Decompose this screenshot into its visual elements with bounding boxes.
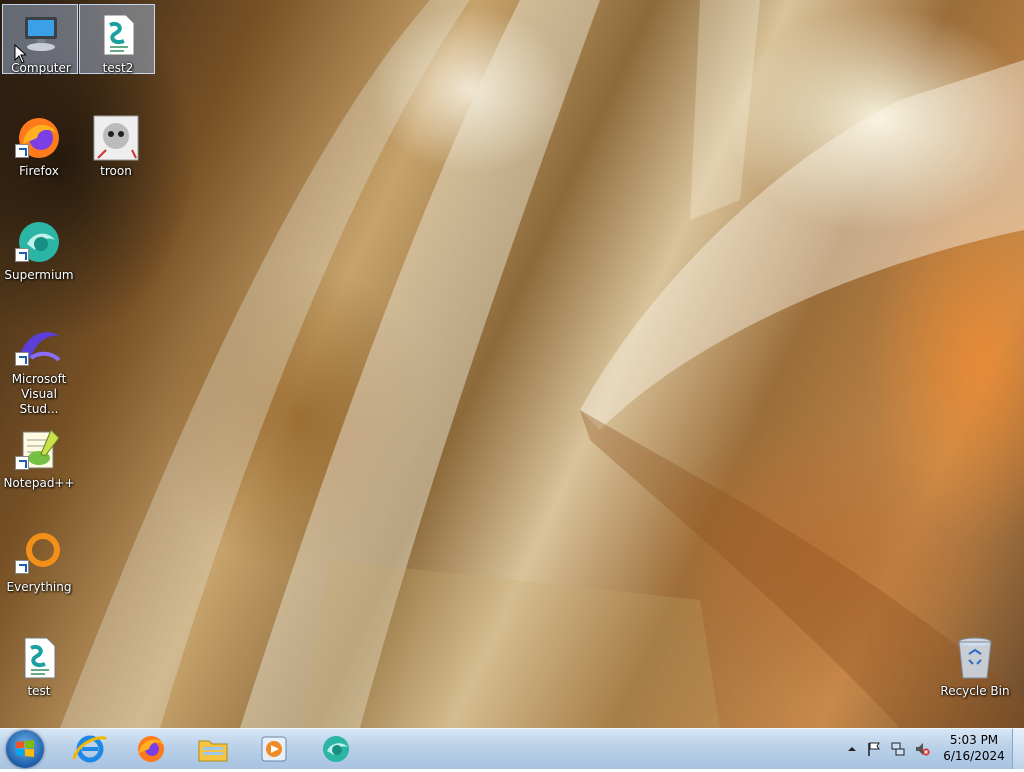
desktop-icon-label: Supermium	[4, 268, 74, 282]
show-desktop-button[interactable]	[1012, 729, 1024, 769]
desktop-icon-label: Notepad++	[3, 476, 75, 490]
desktop-icon-test2[interactable]: test2	[79, 4, 155, 75]
desktop-icon-label: test2	[102, 61, 134, 75]
volume-button[interactable]	[914, 741, 930, 757]
desktop-icon-visual-studio[interactable]: Microsoft Visual Stud...	[1, 316, 77, 416]
desktop-icon-recycle-bin[interactable]: Recycle Bin	[937, 628, 1013, 724]
start-button[interactable]	[6, 730, 44, 768]
desktop-icon-supermium[interactable]: Supermium	[1, 212, 77, 308]
desktop-icon-label: Recycle Bin	[940, 684, 1010, 698]
mouse-cursor-icon	[14, 44, 26, 64]
internet-explorer-icon	[72, 735, 108, 763]
taskbar-internet-explorer[interactable]	[68, 733, 112, 765]
desktop-icon-label: test	[27, 684, 51, 698]
shortcut-arrow-icon	[15, 560, 29, 574]
desktop-icon-label: Firefox	[19, 164, 59, 178]
shortcut-arrow-icon	[15, 248, 29, 262]
firefox-icon	[138, 736, 164, 762]
recycle-bin-icon	[958, 637, 992, 679]
desktop-icon-firefox[interactable]: Firefox	[1, 108, 77, 204]
show-hidden-icons-button[interactable]	[844, 741, 860, 757]
network-button[interactable]	[890, 741, 906, 757]
script-file-icon	[103, 14, 135, 56]
taskbar-supermium[interactable]	[314, 733, 358, 765]
windows-start-icon	[16, 740, 34, 757]
taskbar-clock[interactable]: 5:03 PM 6/16/2024	[934, 732, 1014, 764]
clock-date: 6/16/2024	[943, 749, 1005, 763]
desktop-wallpaper: Computer test2 Firefox troon Supermium M…	[0, 0, 1024, 728]
taskbar-media-player[interactable]	[252, 733, 296, 765]
shortcut-arrow-icon	[15, 144, 29, 158]
image-file-icon	[93, 115, 139, 161]
taskbar-firefox[interactable]	[129, 733, 173, 765]
desktop-icon-notepadpp[interactable]: Notepad++	[1, 420, 77, 516]
show-hidden-icons-arrow	[848, 747, 856, 751]
volume-muted-icon	[916, 743, 930, 756]
media-player-icon	[261, 736, 287, 762]
desktop-icon-everything[interactable]: Everything	[1, 524, 77, 620]
action-center-flag-icon	[868, 742, 880, 756]
shortcut-arrow-icon	[15, 352, 29, 366]
supermium-icon	[323, 736, 349, 762]
taskbar-file-explorer[interactable]	[191, 733, 235, 765]
desktop-icon-label: Microsoft Visual Stud...	[11, 372, 67, 416]
desktop-icon-troon[interactable]: troon	[78, 108, 154, 204]
file-explorer-icon	[198, 740, 228, 762]
script-file-icon	[24, 637, 56, 679]
network-icon	[891, 742, 905, 756]
desktop-icon-test[interactable]: test	[1, 628, 77, 724]
clock-time: 5:03 PM	[949, 733, 999, 747]
desktop-icon-label: Everything	[6, 580, 72, 594]
taskbar: 5:03 PM 6/16/2024	[0, 728, 1024, 769]
desktop-icon-label: troon	[100, 164, 132, 178]
shortcut-arrow-icon	[15, 456, 29, 470]
action-center-button[interactable]	[866, 741, 882, 757]
